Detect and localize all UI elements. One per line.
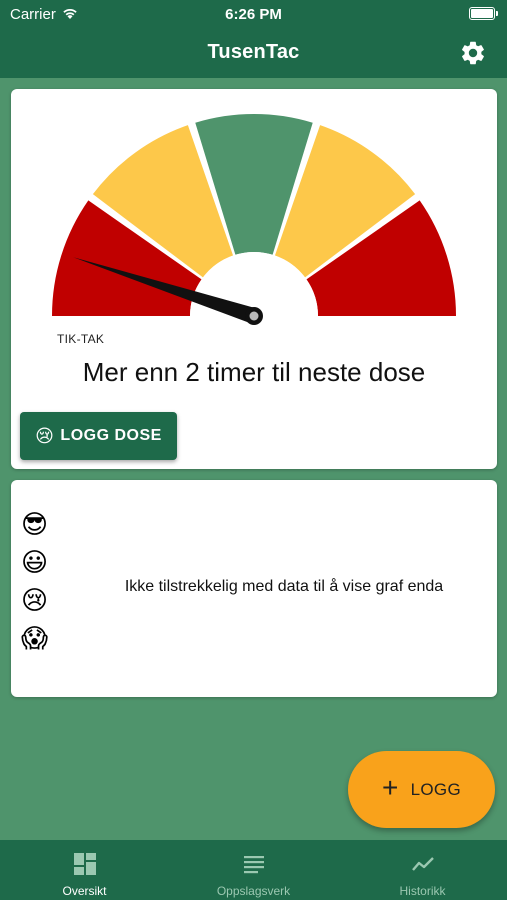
status-bar: Carrier 6:26 PM — [0, 0, 507, 30]
clock: 6:26 PM — [225, 6, 282, 23]
gauge-needle-pivot — [249, 311, 259, 321]
trend-icon — [411, 857, 434, 871]
cool-face-icon: 😎 — [21, 510, 49, 540]
battery-icon — [469, 7, 498, 20]
dose-gauge-card: TIK-TAK Mer enn 2 timer til neste dose 😢… — [11, 89, 497, 469]
graph-empty-message: Ikke tilstrekkelig med data til å vise g… — [124, 578, 444, 595]
app-header: TusenTac — [0, 30, 507, 78]
next-dose-message: Mer enn 2 timer til neste dose — [82, 357, 426, 387]
mood-scale: 😎 😃 😢 😱 — [21, 506, 55, 658]
log-fab-button[interactable]: + LOGG — [348, 751, 495, 828]
mood-graph-card: 😎 😃 😢 😱 Ikke tilstrekkelig med data til … — [11, 480, 497, 697]
tab-oppslagsverk[interactable]: Oppslagsverk — [169, 840, 338, 900]
crying-face-icon: 😢 — [21, 586, 49, 616]
log-dose-label: LOGG DOSE — [60, 427, 162, 444]
gauge-label: TIK-TAK — [57, 332, 105, 346]
tab-oversikt[interactable]: Oversikt — [0, 840, 169, 900]
list-icon — [243, 856, 264, 874]
tab-label-oversikt: Oversikt — [62, 884, 107, 898]
gear-icon[interactable] — [459, 39, 487, 67]
plus-icon: + — [382, 772, 399, 803]
dose-gauge — [52, 114, 456, 329]
scared-face-icon: 😱 — [21, 624, 49, 654]
app-title: TusenTac — [207, 41, 300, 63]
smiling-face-icon: 😃 — [21, 548, 49, 578]
tab-label-historikk: Historikk — [399, 884, 446, 898]
dashboard-icon — [73, 853, 96, 875]
tab-label-oppslagsverk: Oppslagsverk — [216, 884, 291, 898]
bottom-tab-bar: Oversikt Oppslagsverk Historikk — [0, 840, 507, 900]
log-dose-button[interactable]: 😢 LOGG DOSE — [20, 412, 177, 460]
sad-face-icon: 😢 — [35, 425, 55, 447]
fab-label: LOGG — [410, 779, 461, 799]
tab-historikk[interactable]: Historikk — [338, 840, 507, 900]
